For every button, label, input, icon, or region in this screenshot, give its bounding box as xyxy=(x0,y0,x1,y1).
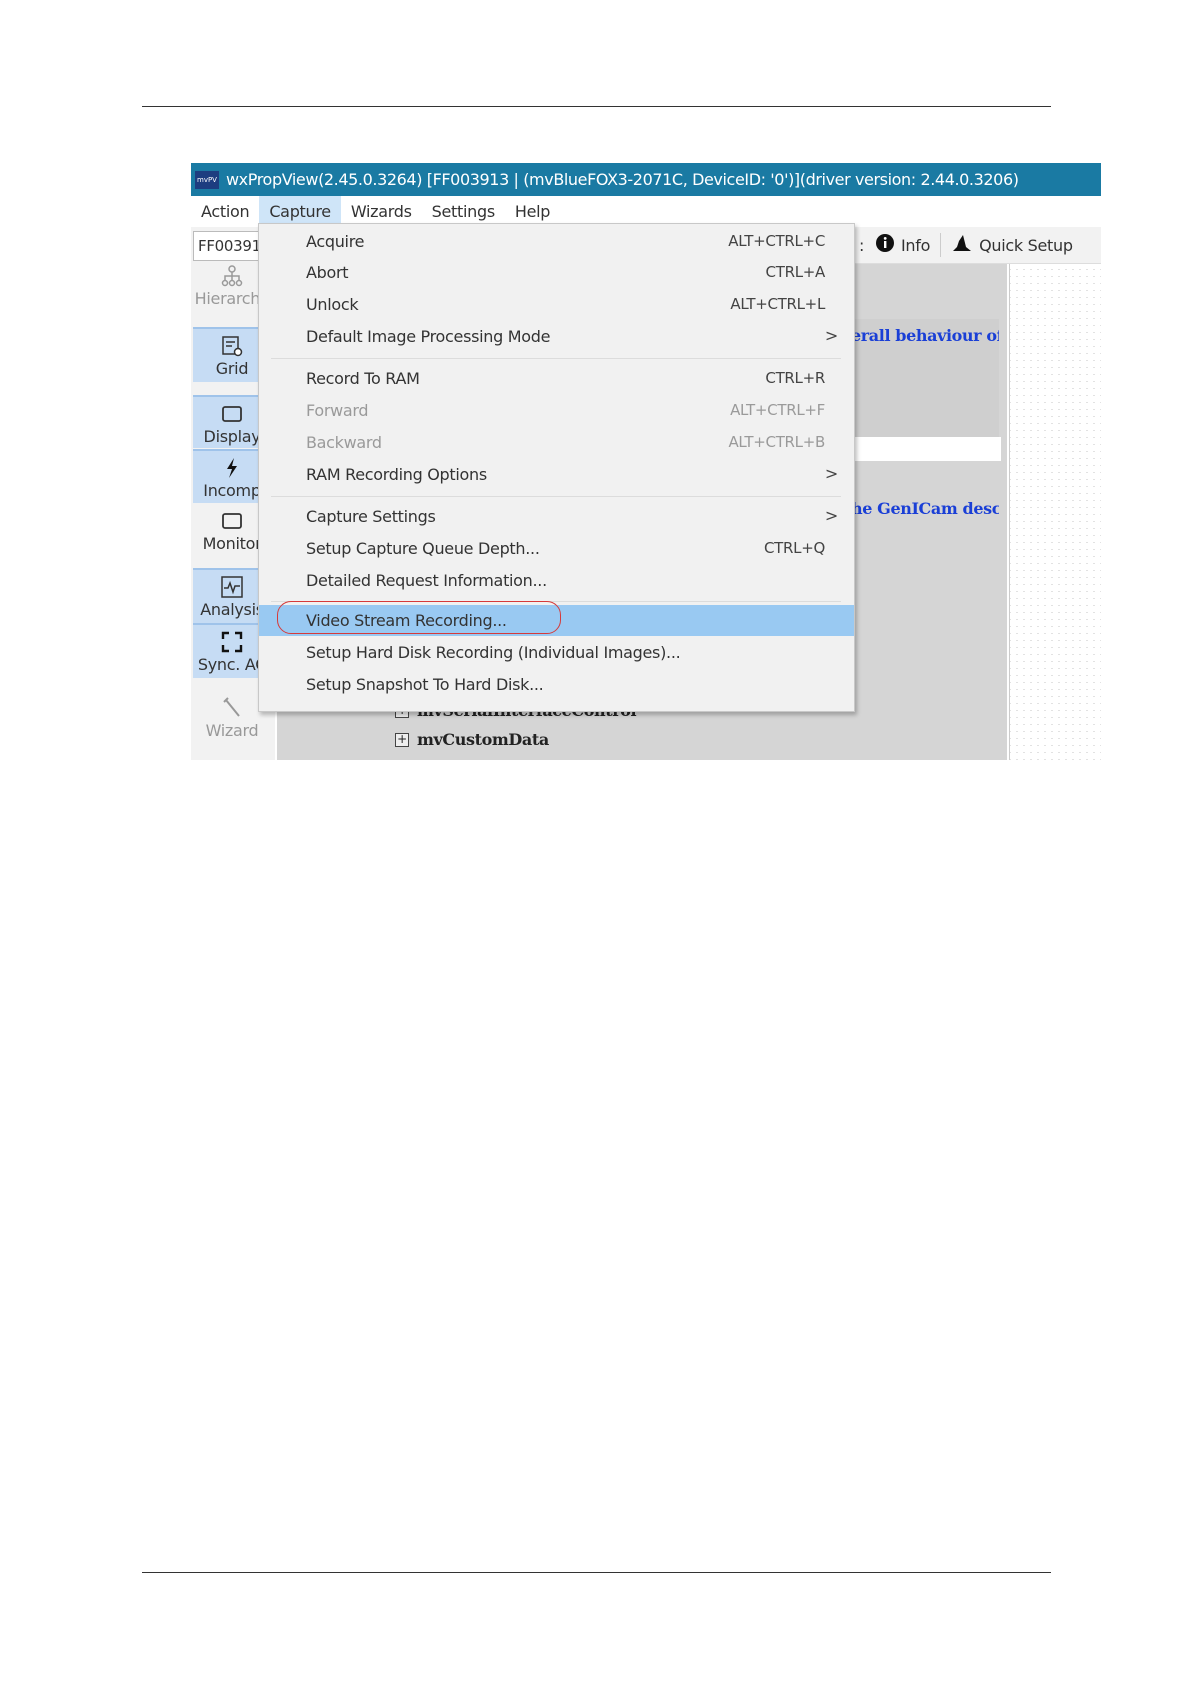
shortcut: CTRL+A xyxy=(765,263,826,281)
wizard-hat-icon xyxy=(951,233,973,257)
nav-label: Sync. AC xyxy=(197,655,267,674)
nav-label: Monitor xyxy=(202,534,262,553)
app-icon: mvPV xyxy=(195,170,219,189)
menu-item-acquire[interactable]: Acquire ALT+CTRL+C xyxy=(259,226,854,257)
shortcut: CTRL+R xyxy=(765,369,825,387)
page-footer-rule xyxy=(142,1572,1051,1573)
submenu-arrow-icon: > xyxy=(824,464,838,483)
shortcut: ALT+CTRL+C xyxy=(728,232,825,250)
submenu-arrow-icon: > xyxy=(824,506,838,525)
menu-item-forward: Forward ALT+CTRL+F xyxy=(306,401,825,420)
nav-label: Incomp xyxy=(203,481,261,500)
shortcut: CTRL+Q xyxy=(764,539,825,557)
menu-item-abort[interactable]: Abort CTRL+A xyxy=(259,257,854,288)
window-titlebar: mvPV wxPropView(2.45.0.3264) [FF003913 |… xyxy=(191,163,1101,196)
info-label: Info xyxy=(901,235,931,255)
annotation-ellipse xyxy=(277,601,561,634)
menu-action[interactable]: Action xyxy=(191,196,259,227)
grid-selected-row xyxy=(851,437,1001,461)
shortcut: ALT+CTRL+F xyxy=(730,401,825,419)
page-header-rule xyxy=(142,106,1051,107)
nav-label: Wizard xyxy=(205,721,259,740)
capture-dropdown-menu: Acquire ALT+CTRL+C Abort CTRL+A Unlock A… xyxy=(258,223,855,712)
expand-icon[interactable]: + xyxy=(395,732,409,747)
nav-label: Display xyxy=(203,427,261,446)
toolbar-separator xyxy=(940,233,942,257)
toolbar-cut-off-item: : xyxy=(859,235,865,255)
menu-separator xyxy=(271,496,841,497)
nav-label: Grid xyxy=(215,359,249,378)
quick-setup-label: Quick Setup xyxy=(979,235,1073,255)
description-text-1: erall behaviour of xyxy=(851,326,999,345)
menu-item-setup-snapshot-to-hard-disk[interactable]: Setup Snapshot To Hard Disk... xyxy=(259,669,854,700)
menu-item-backward: Backward ALT+CTRL+B xyxy=(306,433,825,452)
nav-label: Analysis xyxy=(200,600,264,619)
menu-item-detailed-request-information[interactable]: Detailed Request Information... xyxy=(259,565,854,596)
quick-setup-button[interactable]: Quick Setup xyxy=(951,233,1073,257)
image-display-pane xyxy=(1009,263,1101,760)
menu-item-capture-settings[interactable]: Capture Settings > xyxy=(259,501,854,532)
tree-row[interactable]: + mvCustomData xyxy=(395,730,549,749)
description-text-2: he GenICam descr xyxy=(851,499,999,518)
menu-item-unlock[interactable]: Unlock ALT+CTRL+L xyxy=(259,289,854,320)
toolbar: : Info Quick Setup xyxy=(851,227,1101,264)
shortcut: ALT+CTRL+B xyxy=(728,433,825,451)
menu-item-setup-hard-disk-recording[interactable]: Setup Hard Disk Recording (Individual Im… xyxy=(259,637,854,668)
menu-item-setup-capture-queue-depth[interactable]: Setup Capture Queue Depth... CTRL+Q xyxy=(259,533,854,564)
info-button[interactable]: Info xyxy=(875,233,930,257)
wxpropview-screenshot: mvPV wxPropView(2.45.0.3264) [FF003913 |… xyxy=(191,163,1101,760)
menu-separator xyxy=(271,358,841,359)
menu-item-default-image-processing-mode[interactable]: Default Image Processing Mode > xyxy=(259,321,854,352)
shortcut: ALT+CTRL+L xyxy=(730,295,825,313)
info-icon xyxy=(875,233,895,257)
menu-item-record-to-ram[interactable]: Record To RAM CTRL+R xyxy=(259,363,854,394)
menu-item-ram-recording-options[interactable]: RAM Recording Options > xyxy=(259,459,854,490)
tree-row-label: mvCustomData xyxy=(417,730,549,749)
window-title: wxPropView(2.45.0.3264) [FF003913 | (mvB… xyxy=(226,170,1019,189)
submenu-arrow-icon: > xyxy=(824,326,838,345)
